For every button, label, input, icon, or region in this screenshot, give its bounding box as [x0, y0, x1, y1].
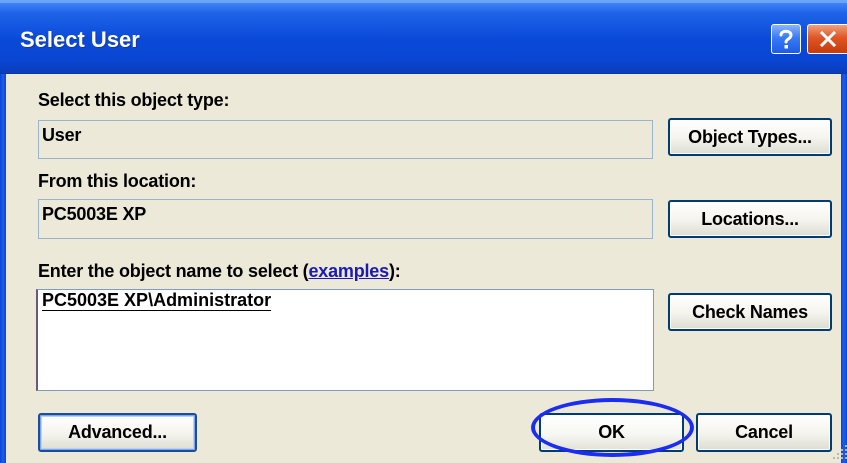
examples-link[interactable]: examples	[308, 261, 389, 281]
object-types-button[interactable]: Object Types...	[668, 118, 832, 156]
object-types-button-label: Object Types...	[688, 126, 812, 147]
object-name-input[interactable]: PC5003E XP\Administrator	[36, 289, 654, 391]
close-button[interactable]	[807, 24, 847, 54]
advanced-button-label: Advanced...	[68, 422, 167, 442]
cancel-button-label: Cancel	[735, 422, 793, 442]
help-icon	[778, 28, 794, 50]
object-name-label-prefix: Enter the object name to select (	[38, 261, 309, 281]
help-button[interactable]	[771, 24, 801, 54]
advanced-button[interactable]: Advanced...	[38, 413, 197, 452]
object-name-value: PC5003E XP\Administrator	[42, 290, 272, 310]
select-user-dialog: Select User Select this object type: Use…	[0, 0, 847, 463]
cancel-button[interactable]: Cancel	[696, 413, 832, 452]
object-type-label: Select this object type:	[38, 90, 230, 110]
location-field: PC5003E XP	[38, 199, 653, 239]
object-type-field: User	[38, 120, 653, 159]
ok-button-label: OK	[598, 422, 625, 442]
object-name-label-suffix: ):	[388, 261, 401, 281]
resize-grip[interactable]	[833, 445, 847, 459]
locations-button-label: Locations...	[701, 208, 799, 229]
check-names-button-label: Check Names	[692, 301, 808, 322]
ok-button[interactable]: OK	[539, 413, 684, 452]
location-label: From this location:	[38, 171, 197, 191]
check-names-button[interactable]: Check Names	[668, 293, 832, 331]
object-name-label: Enter the object name to select (example…	[38, 261, 401, 282]
locations-button[interactable]: Locations...	[668, 200, 832, 238]
window-title: Select User	[20, 27, 140, 52]
close-icon	[819, 30, 837, 48]
title-bar[interactable]: Select User	[0, 0, 847, 74]
